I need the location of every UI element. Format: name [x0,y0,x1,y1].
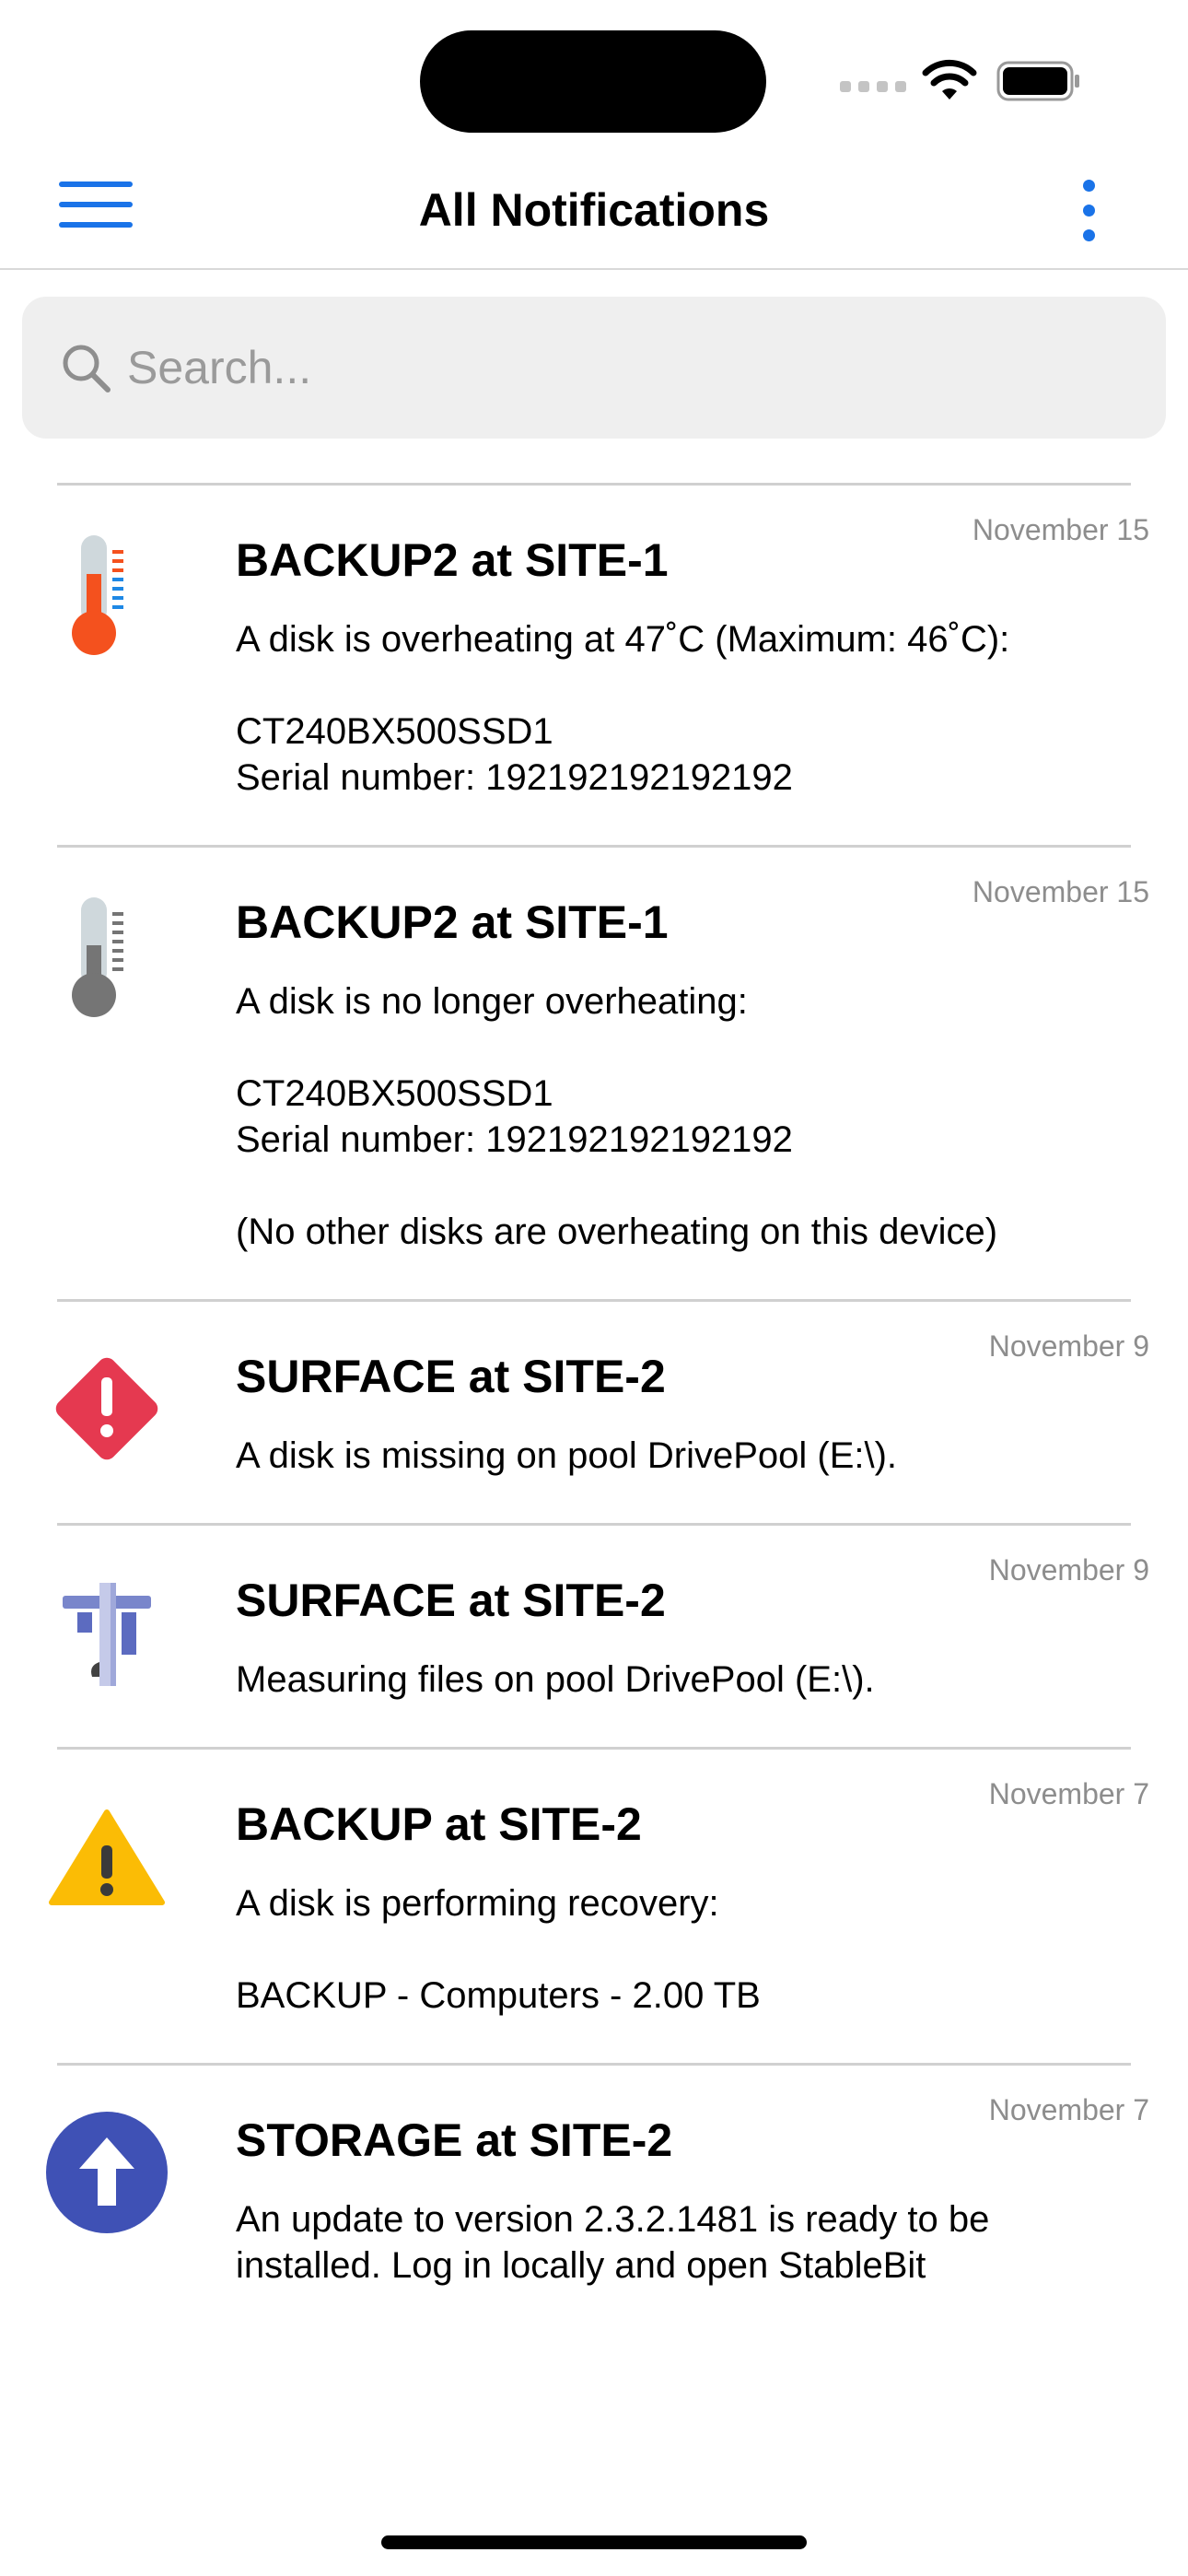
search-input[interactable] [127,328,1140,407]
notification-item[interactable]: November 7 BACKUP at SITE-2 A disk is pe… [49,1747,1149,2063]
notification-message: An update to version 2.3.2.1481 is ready… [236,2199,990,2286]
home-indicator[interactable] [381,2535,807,2549]
search-bar[interactable] [22,297,1166,439]
update-arrow-icon [46,2112,168,2233]
notification-date: November 15 [972,875,1149,908]
notification-item[interactable]: November 9 SURFACE at SITE-2 Measuring f… [57,1523,1149,1747]
notification-message: A disk is missing on pool DrivePool (E:\… [236,1435,898,1476]
notification-date: November 7 [988,2093,1149,2126]
notification-list[interactable]: November 15 BACKUP2 at SITE-1 A disk is … [0,483,1188,2491]
cellular-signal-icon [840,81,906,92]
notification-message: A disk is no longer overheating: CT240BX… [236,981,998,1252]
caliper-icon [63,1583,151,1686]
page-title: All Notifications [418,184,770,236]
notification-date: November 7 [988,1777,1149,1810]
thermometer-normal-icon [72,897,123,1017]
notification-item[interactable]: November 15 BACKUP2 at SITE-1 A disk is … [57,845,1149,1299]
search-icon [63,345,111,392]
notification-date: November 9 [988,1329,1149,1363]
warning-triangle-icon [49,1809,165,1905]
notification-message: A disk is overheating at 47˚C (Maximum: … [236,619,1010,798]
more-vertical-icon[interactable] [1072,174,1105,248]
notification-item[interactable]: November 15 BACKUP2 at SITE-1 A disk is … [57,483,1149,845]
wifi-icon [922,59,977,100]
notification-message: A disk is performing recovery: BACKUP - … [236,1883,761,2016]
notification-item[interactable]: November 7 STORAGE at SITE-2 An update t… [46,2063,1149,2333]
navigation-bar: All Notifications [0,152,1188,270]
dynamic-island [420,30,766,133]
notification-item[interactable]: November 9 SURFACE at SITE-2 A disk is m… [55,1299,1149,1523]
battery-icon [996,61,1079,101]
error-diamond-icon [55,1357,158,1460]
notification-date: November 9 [988,1553,1149,1587]
thermometer-hot-icon [72,535,123,655]
notification-date: November 15 [972,513,1149,546]
status-bar [0,0,1188,152]
notification-message: Measuring files on pool DrivePool (E:\). [236,1659,875,1700]
